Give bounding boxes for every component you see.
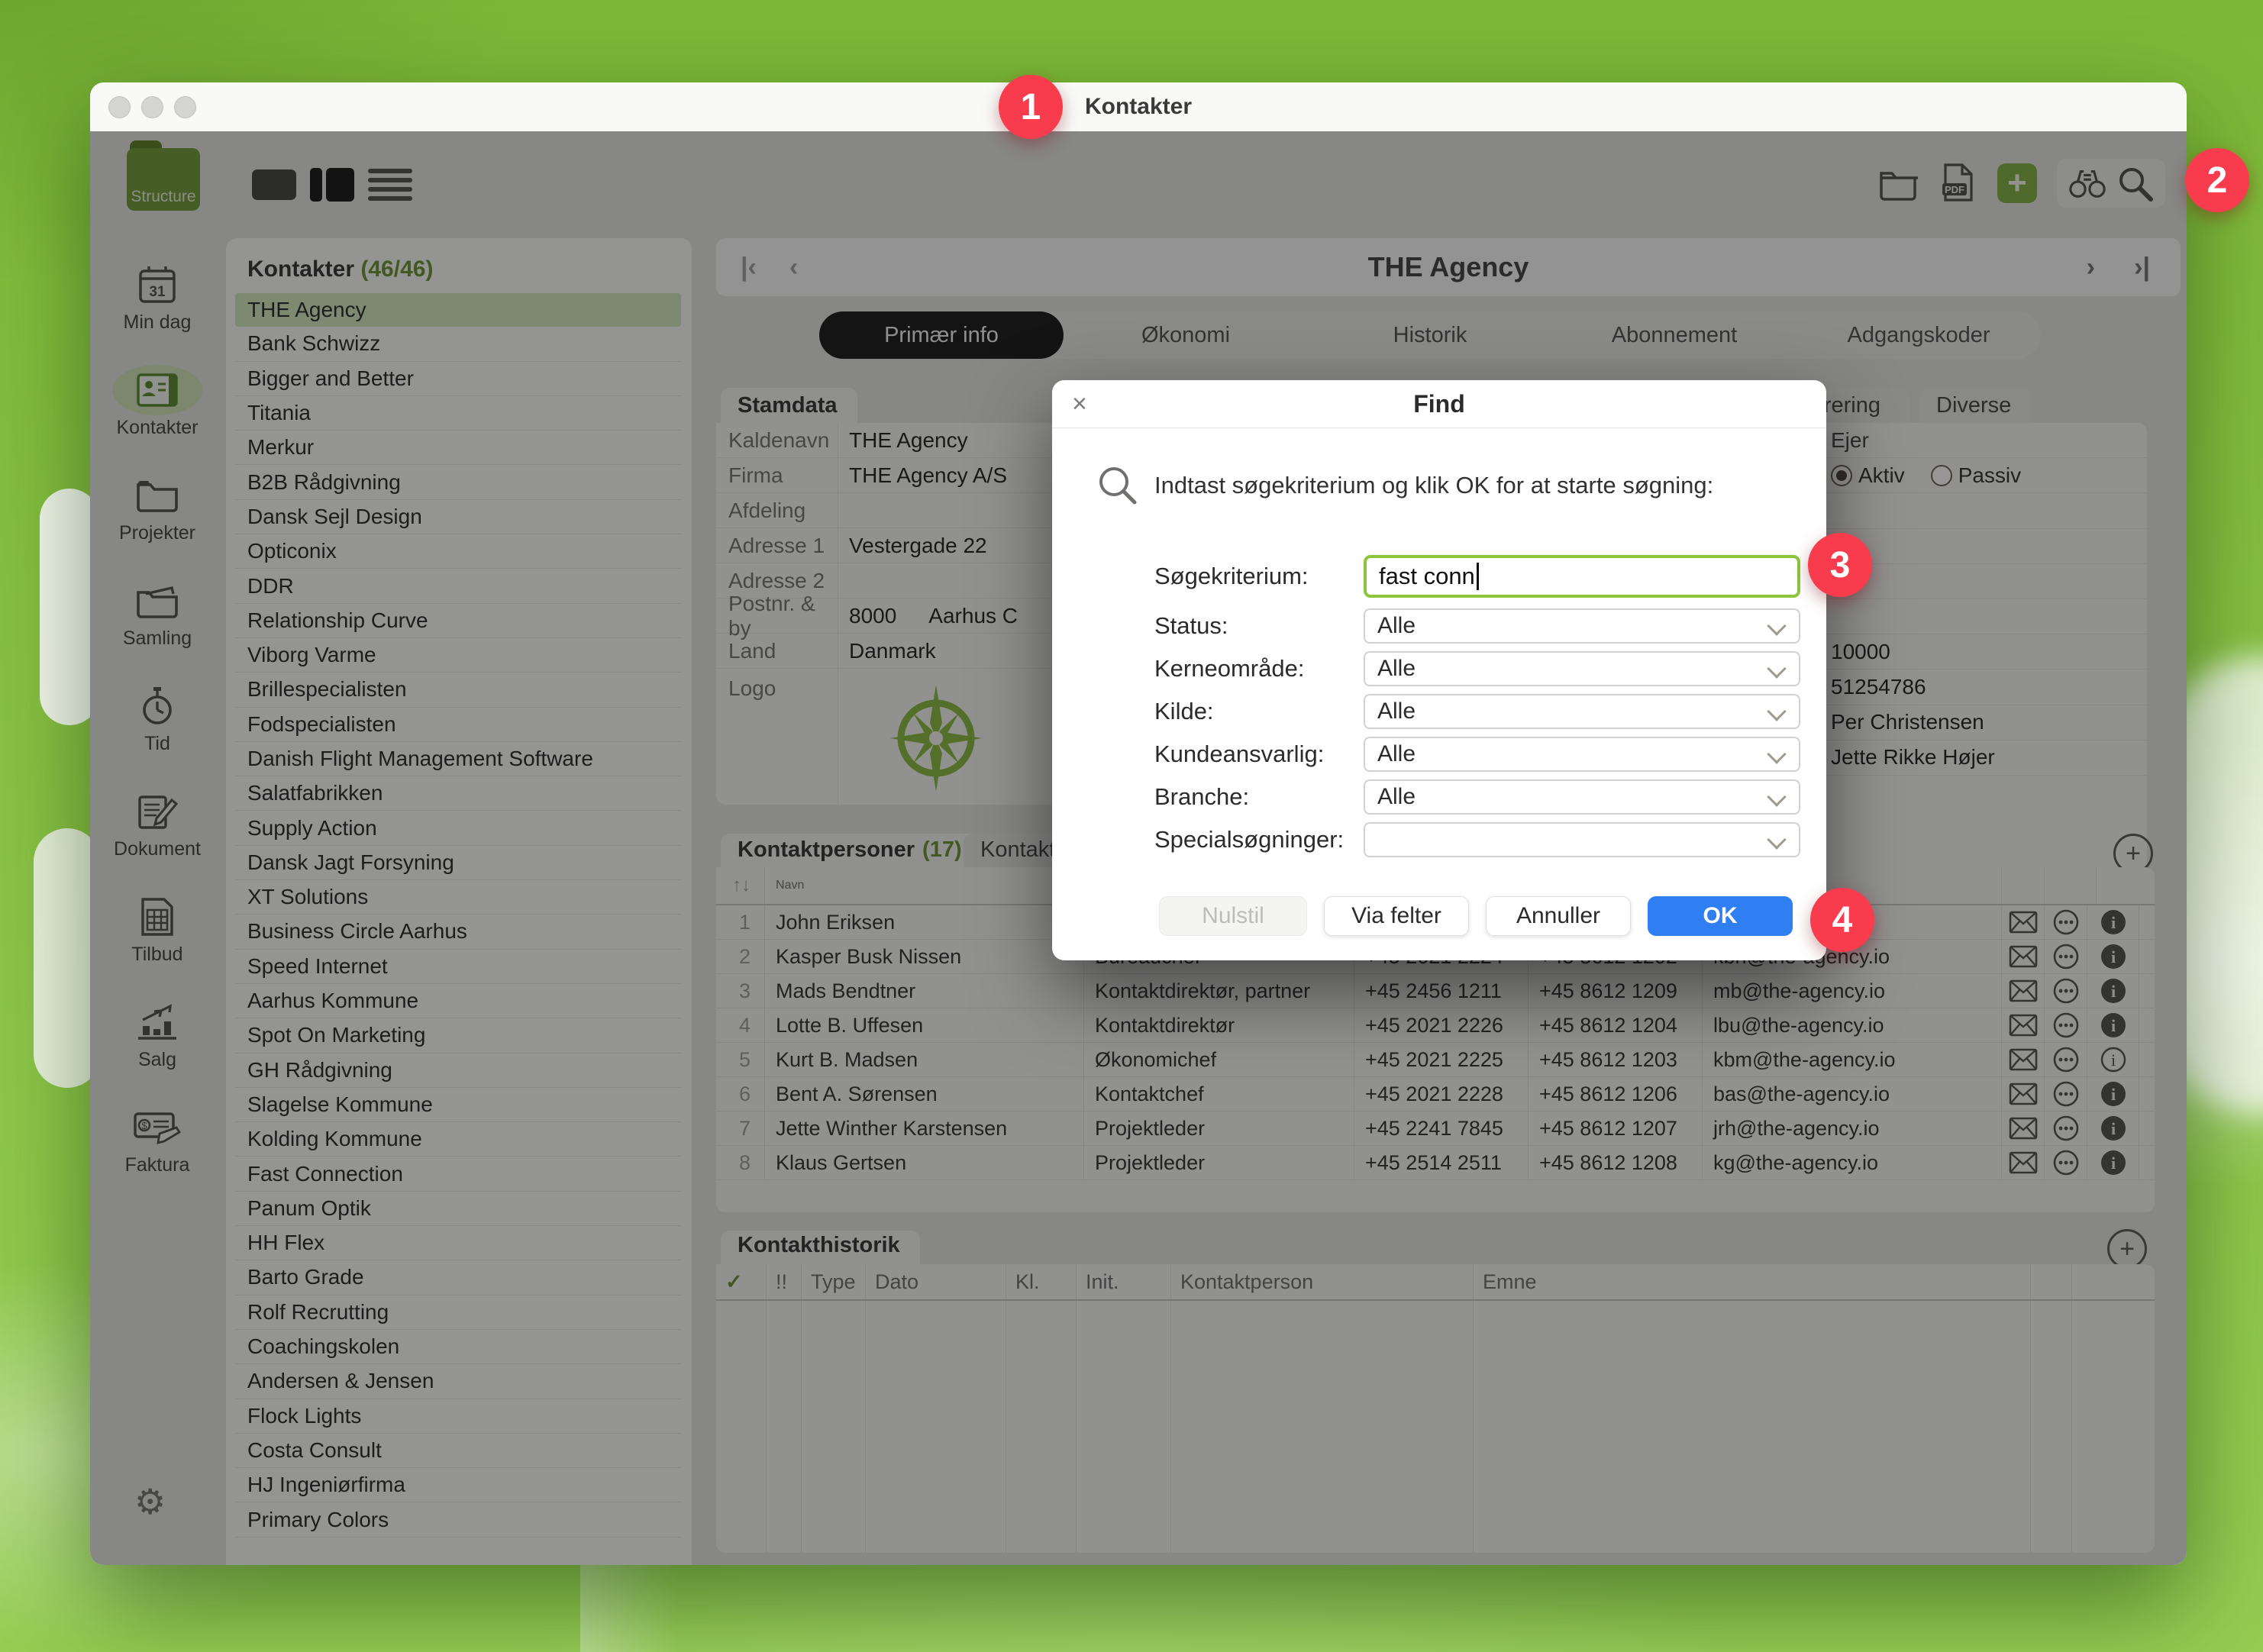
find-select-kerneområde[interactable]: Alle bbox=[1364, 651, 1800, 686]
find-select-row: Status: Alle bbox=[1154, 608, 1800, 644]
find-dialog-header: × Find bbox=[1052, 380, 1826, 428]
find-select-label: Kilde: bbox=[1154, 698, 1364, 725]
text-caret bbox=[1477, 563, 1479, 590]
annotation-badge-2: 2 bbox=[2185, 148, 2249, 212]
chevron-down-icon bbox=[1767, 659, 1786, 678]
find-dialog: × Find Indtast søgekriterium og klik OK … bbox=[1052, 380, 1826, 960]
ok-button[interactable]: OK bbox=[1648, 896, 1793, 936]
find-instruction: Indtast søgekriterium og klik OK for at … bbox=[1154, 472, 1713, 499]
find-select-value: Alle bbox=[1377, 784, 1416, 810]
chevron-down-icon bbox=[1767, 787, 1786, 806]
find-select-row: Kilde: Alle bbox=[1154, 694, 1800, 729]
annotation-badge-4: 4 bbox=[1810, 888, 1874, 952]
chevron-down-icon bbox=[1767, 744, 1786, 763]
chevron-down-icon bbox=[1767, 616, 1786, 635]
find-select-label: Status: bbox=[1154, 612, 1364, 640]
find-select-row: Kundeansvarlig: Alle bbox=[1154, 737, 1800, 772]
find-dialog-title: Find bbox=[1052, 390, 1826, 418]
find-select-label: Kerneområde: bbox=[1154, 655, 1364, 682]
chevron-down-icon bbox=[1767, 702, 1786, 721]
find-select-value: Alle bbox=[1377, 699, 1416, 724]
annuller-button[interactable]: Annuller bbox=[1486, 896, 1631, 936]
find-select-value: Alle bbox=[1377, 656, 1416, 682]
find-select-kilde[interactable]: Alle bbox=[1364, 694, 1800, 729]
annotation-badge-3: 3 bbox=[1808, 533, 1872, 597]
search-criterion-input[interactable]: fast conn bbox=[1364, 555, 1800, 598]
chevron-down-icon bbox=[1767, 830, 1786, 849]
find-select-value: Alle bbox=[1377, 741, 1416, 767]
annotation-badge-1: 1 bbox=[999, 75, 1063, 139]
find-select-row: Branche: Alle bbox=[1154, 779, 1800, 815]
find-select-kundeansvarlig[interactable]: Alle bbox=[1364, 737, 1800, 772]
background-shape bbox=[580, 1557, 680, 1652]
find-select-row: Kerneområde: Alle bbox=[1154, 651, 1800, 686]
find-select-label: Specialsøgninger: bbox=[1154, 826, 1364, 853]
nulstil-button: Nulstil bbox=[1159, 896, 1307, 936]
find-select-branche[interactable]: Alle bbox=[1364, 779, 1800, 815]
via-felter-button[interactable]: Via felter bbox=[1324, 896, 1469, 936]
find-select-label: Branche: bbox=[1154, 783, 1364, 811]
desktop: Kontakter Structure PDF + bbox=[0, 0, 2263, 1652]
find-select-status[interactable]: Alle bbox=[1364, 608, 1800, 644]
search-criterion-label: Søgekriterium: bbox=[1154, 563, 1364, 590]
find-dialog-buttons: Nulstil Via felter Annuller OK bbox=[1052, 896, 1826, 936]
close-icon[interactable]: × bbox=[1072, 389, 1087, 419]
window-title: Kontakter bbox=[90, 94, 2187, 120]
find-select-value: Alle bbox=[1377, 613, 1416, 639]
find-select-label: Kundeansvarlig: bbox=[1154, 740, 1364, 768]
find-select-specialsøgninger[interactable] bbox=[1364, 822, 1800, 857]
search-icon bbox=[1095, 463, 1139, 507]
find-select-row: Specialsøgninger: bbox=[1154, 822, 1800, 857]
title-bar: Kontakter bbox=[90, 82, 2187, 131]
search-criterion-value: fast conn bbox=[1379, 563, 1475, 590]
